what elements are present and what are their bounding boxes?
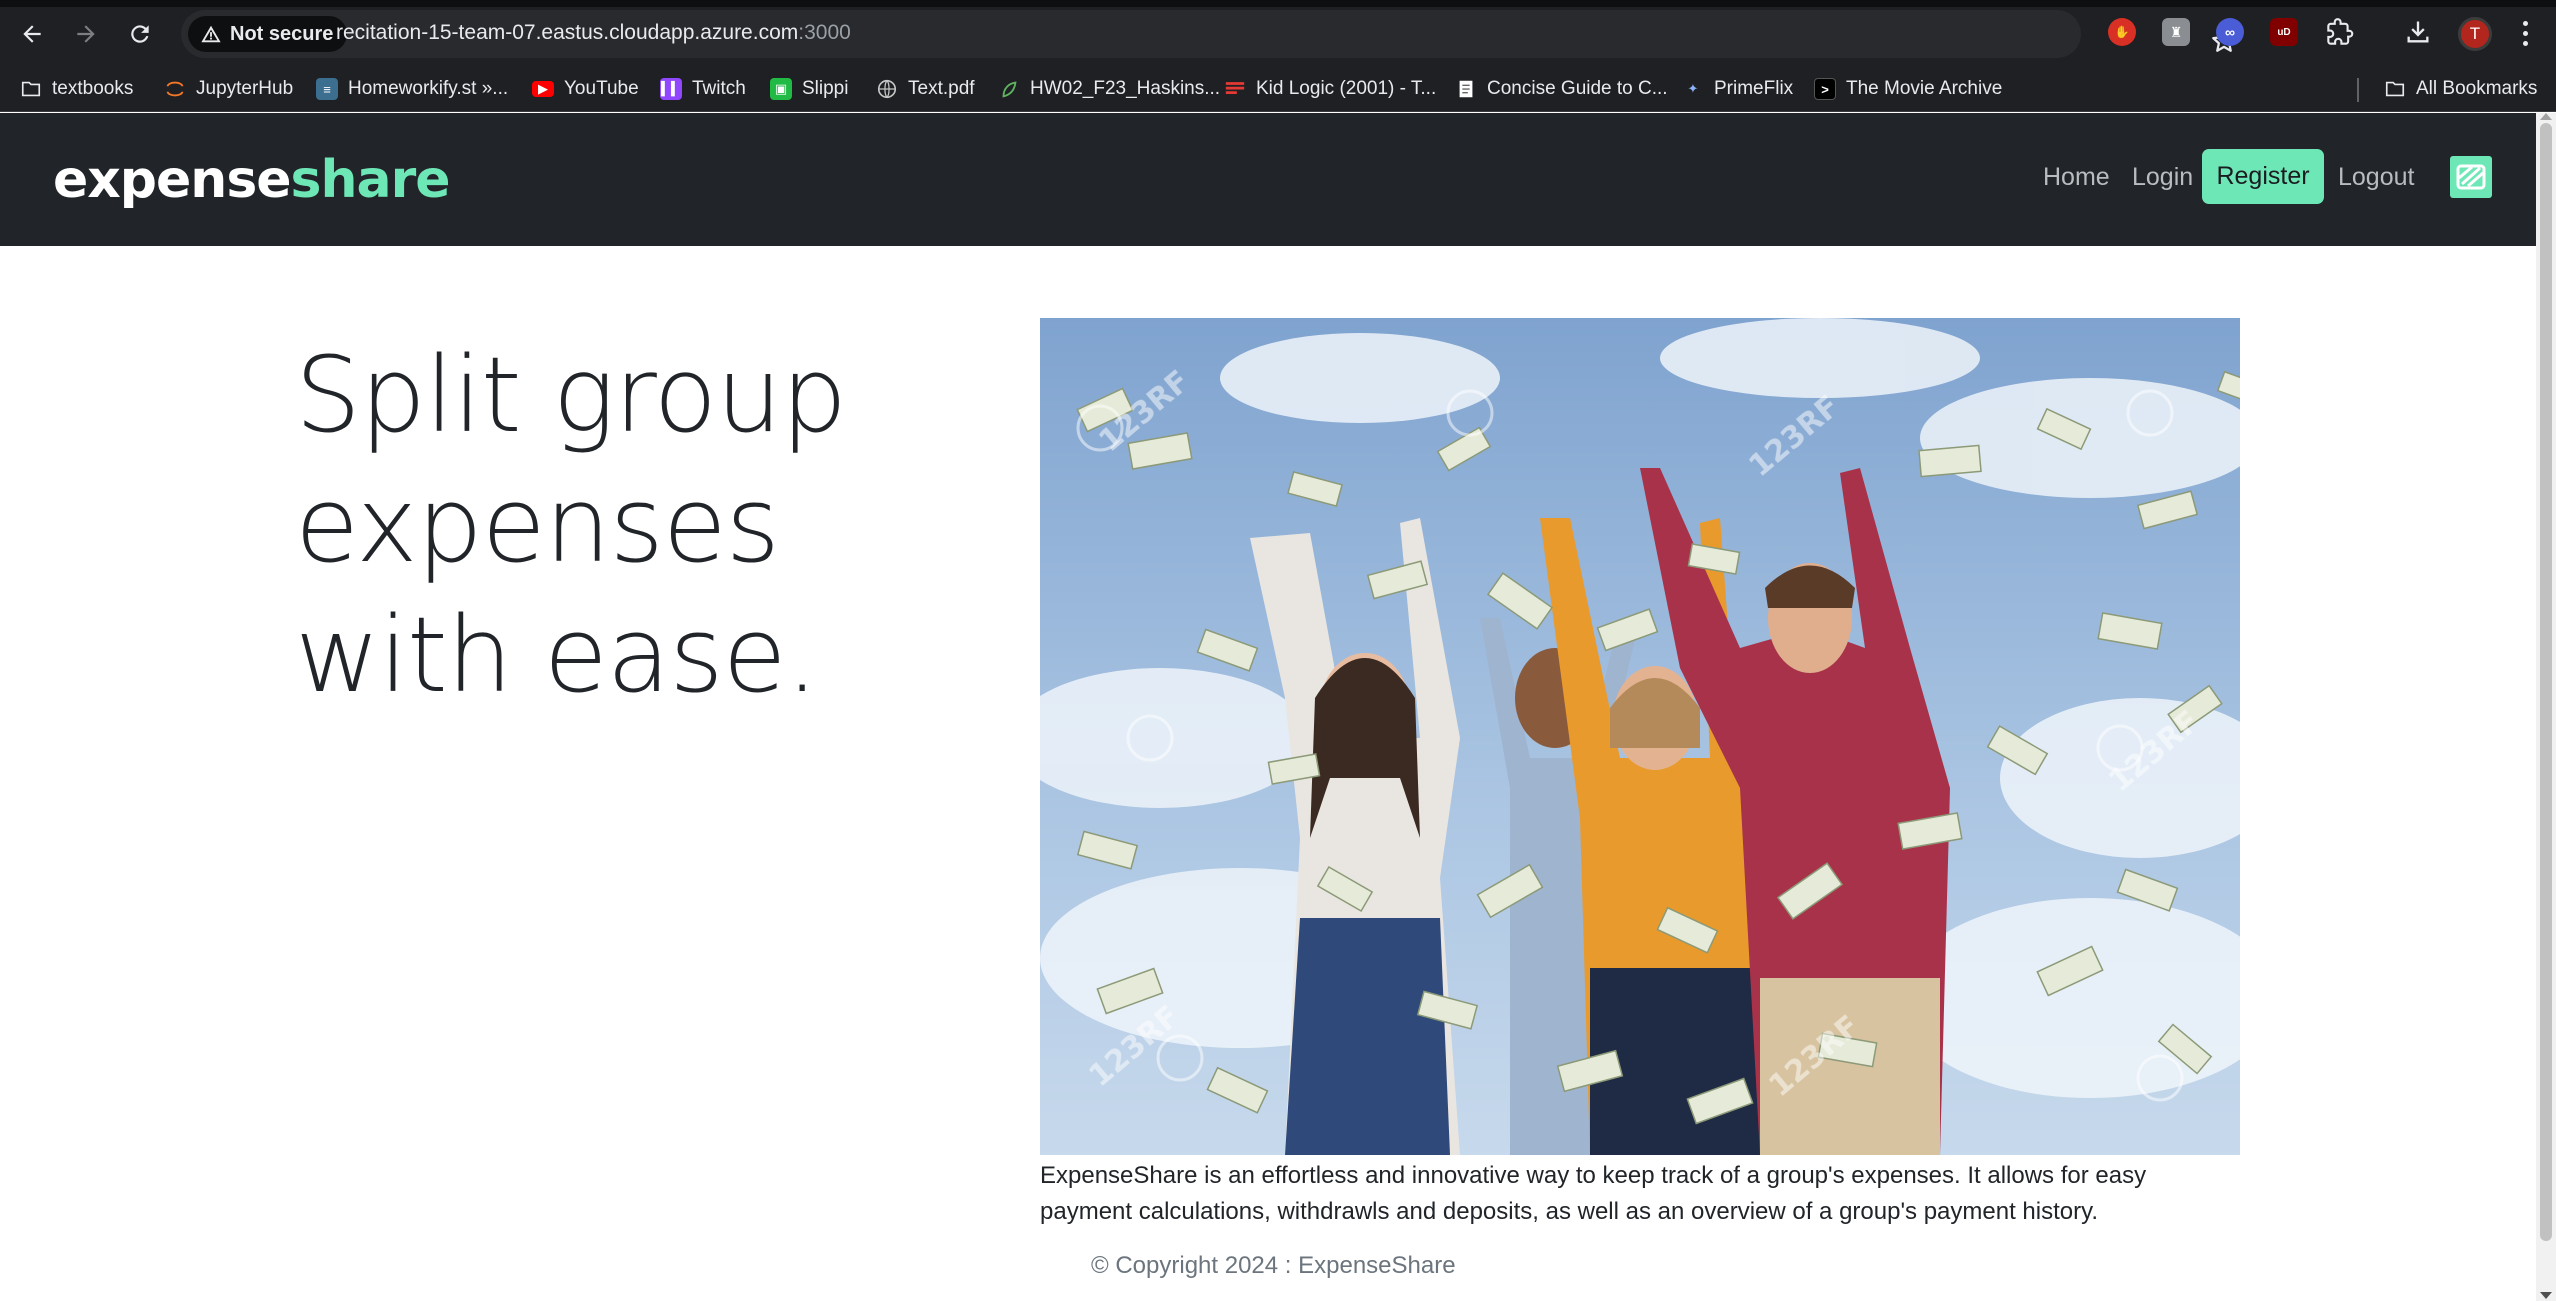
url-port: :3000 [798, 21, 851, 44]
url-host: recitation-15-team-07.eastus.cloudapp.az… [336, 21, 799, 44]
scroll-up-arrow-icon[interactable] [2540, 113, 2552, 120]
security-indicator[interactable]: Not secure [188, 16, 348, 52]
adblock-extension-icon[interactable]: ✋ [2108, 18, 2136, 46]
jupyter-icon [164, 78, 186, 100]
site-description: ExpenseShare is an effortless and innova… [1040, 1162, 2147, 1225]
forward-arrow-icon [77, 25, 95, 43]
expenseshare-logo-icon[interactable] [2450, 156, 2492, 198]
reload-icon [131, 25, 149, 43]
bookmark-label: textbooks [52, 78, 134, 99]
all-bookmarks-label: All Bookmarks [2416, 78, 2538, 99]
bookmark-item[interactable]: HW02_F23_Haskins... [998, 74, 1220, 104]
footer-copyright: © Copyright 2024 : ExpenseShare [1091, 1252, 1456, 1279]
bookmark-label: Text.pdf [908, 78, 975, 99]
folder-icon [20, 78, 42, 100]
forward-button[interactable] [66, 14, 106, 54]
extension-blue-icon[interactable]: ∞ [2216, 18, 2244, 46]
profile-avatar[interactable]: T [2458, 17, 2492, 51]
bookmark-label: Concise Guide to C... [1487, 78, 1668, 99]
twitch-icon: ▍▍ [660, 78, 682, 100]
terminal-icon: > [1814, 78, 1836, 100]
scrollbar-thumb[interactable] [2540, 123, 2552, 1241]
window-top-edge [0, 0, 2556, 7]
globe-icon [876, 78, 898, 100]
youtube-icon: ▶ [532, 81, 554, 97]
extension-gray-icon[interactable]: ♜ [2162, 18, 2190, 46]
bookmark-label: HW02_F23_Haskins... [1030, 78, 1221, 99]
bookmark-label: Slippi [802, 78, 849, 99]
bookmark-label: Twitch [692, 78, 746, 99]
bookmark-item[interactable]: JupyterHub [164, 74, 293, 104]
bookmark-label: YouTube [564, 78, 639, 99]
extensions-puzzle-icon[interactable] [2326, 18, 2354, 46]
document-icon [1455, 78, 1477, 100]
bookmark-label: Homeworkify.st »... [348, 78, 509, 99]
primeflix-icon: ✦ [1687, 81, 1699, 96]
bookmark-item[interactable]: Concise Guide to C... [1455, 74, 1668, 104]
page-scrollbar[interactable] [2536, 113, 2556, 1301]
bookmark-item[interactable]: ✦ PrimeFlix [1682, 74, 1794, 104]
books-icon: ≡ [316, 78, 338, 100]
bookmark-item[interactable]: ▍▍ Twitch [660, 74, 746, 104]
brand-logo-link[interactable]: expenseshare [53, 154, 451, 206]
back-arrow-icon [23, 25, 41, 43]
site-navbar: expenseshare Home Login Register Logout [0, 113, 2536, 246]
bookmark-item[interactable]: > The Movie Archive [1814, 74, 2002, 104]
brand-text-expense: expense [53, 150, 292, 210]
bookmark-label: Kid Logic (2001) - T... [1256, 78, 1437, 99]
url-text[interactable]: recitation-15-team-07.eastus.cloudapp.az… [336, 21, 851, 45]
downloads-icon[interactable] [2404, 18, 2432, 46]
back-button[interactable] [12, 14, 52, 54]
brand-text-share: share [290, 150, 451, 210]
bookmark-item[interactable]: ▣ Slippi [770, 74, 848, 104]
bookmark-item[interactable]: ≡ Homeworkify.st »... [316, 74, 508, 104]
slippi-icon: ▣ [770, 78, 792, 100]
browser-toolbar: Not secure recitation-15-team-07.eastus.… [0, 0, 2556, 66]
security-label: Not secure [230, 22, 334, 45]
bookmark-item[interactable]: Kid Logic (2001) - T... [1224, 74, 1436, 104]
hero-image: 123RF 123RF 123RF 123RF 123RF [1040, 318, 2240, 1155]
nav-register-button[interactable]: Register [2202, 149, 2324, 204]
bookmark-item[interactable]: Text.pdf [876, 74, 975, 104]
bookmark-item[interactable]: textbooks [20, 74, 133, 104]
nav-home-link[interactable]: Home [2043, 163, 2110, 192]
bookmark-item[interactable]: ▶ YouTube [532, 74, 639, 104]
nav-logout-link[interactable]: Logout [2338, 163, 2414, 192]
hero-heading: Split group expenses with ease. [295, 334, 847, 716]
browser-menu-icon[interactable] [2510, 16, 2540, 50]
warning-icon [201, 25, 221, 43]
bookmarks-divider [2357, 78, 2359, 102]
bookmark-label: PrimeFlix [1714, 78, 1794, 99]
nav-login-link[interactable]: Login [2132, 163, 2193, 192]
scroll-down-arrow-icon[interactable] [2540, 1292, 2552, 1299]
bookmark-label: JupyterHub [196, 78, 294, 99]
bookmark-label: The Movie Archive [1846, 78, 2003, 99]
bookmarks-bar: textbooks JupyterHub ≡ Homeworkify.st ».… [0, 66, 2556, 112]
reload-button[interactable] [120, 14, 160, 54]
folder-icon [2384, 78, 2406, 100]
flag-icon [1224, 78, 1246, 100]
address-bar[interactable]: Not secure recitation-15-team-07.eastus.… [181, 10, 2236, 58]
all-bookmarks-button[interactable]: All Bookmarks [2384, 74, 2537, 104]
leaf-icon [998, 78, 1020, 100]
ublock-origin-icon[interactable]: uD [2270, 18, 2298, 46]
